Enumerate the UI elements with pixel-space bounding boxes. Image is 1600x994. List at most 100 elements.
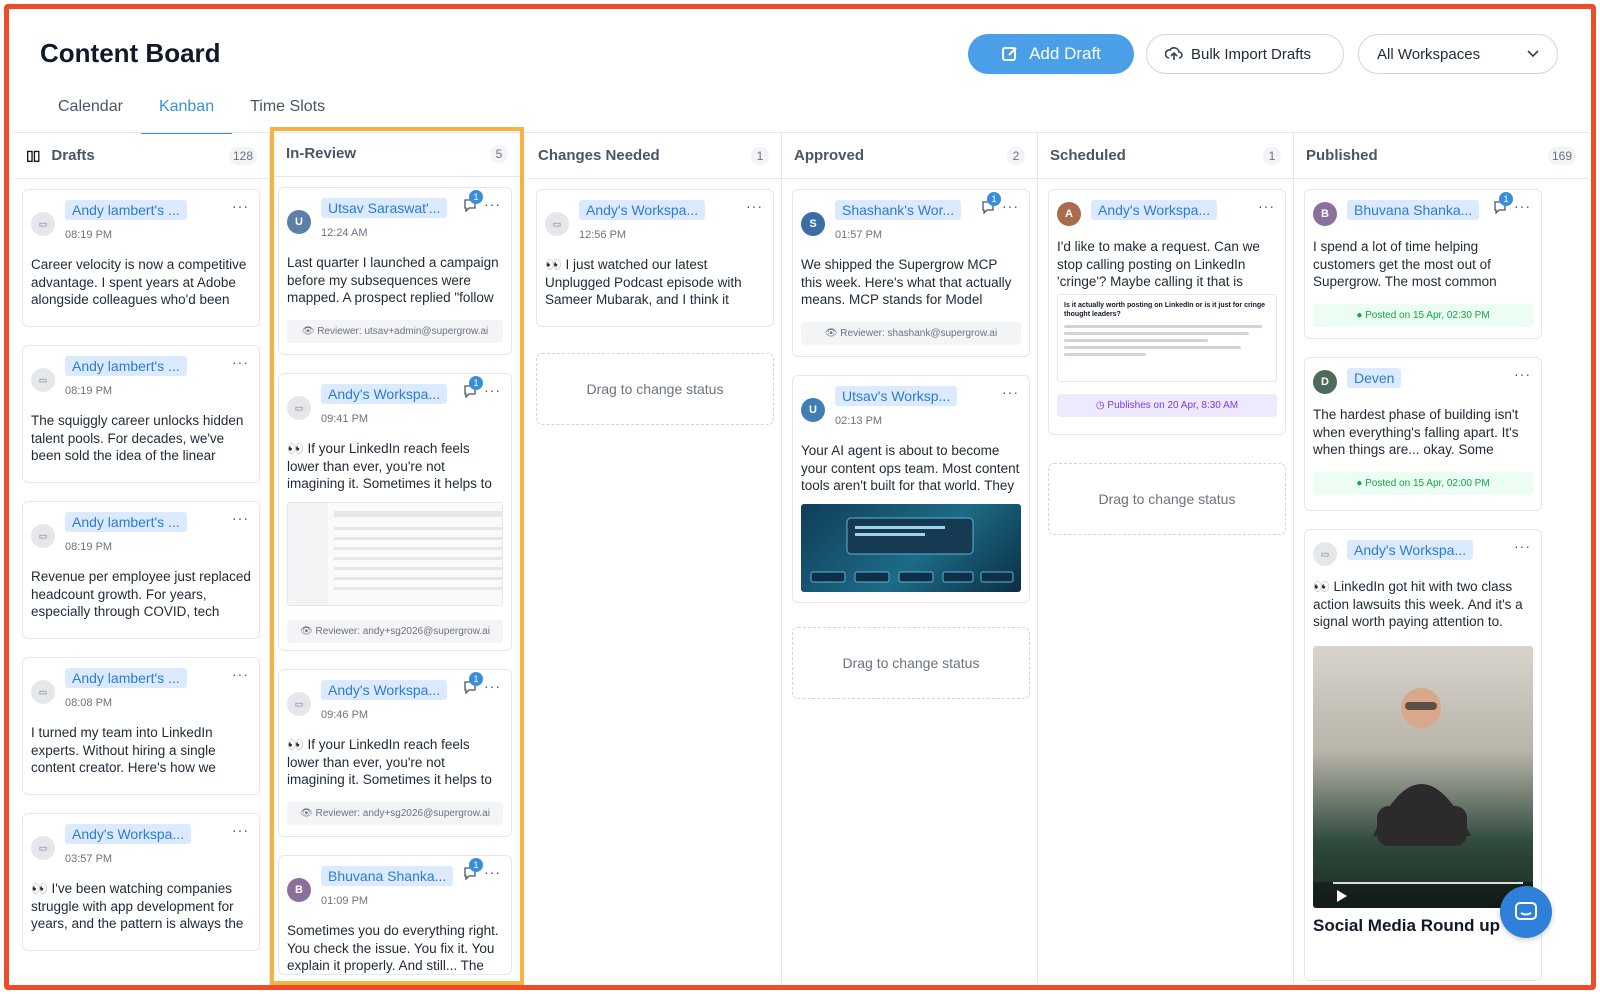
workspace-chip: Deven: [1347, 368, 1402, 388]
column-title: Scheduled: [1050, 147, 1126, 164]
column-count: 128: [228, 146, 257, 165]
column-in-review: In-Review 5 U Utsav Saraswat'... 12:24 AM 1…: [270, 127, 524, 985]
image-placeholder-icon: ▭: [545, 212, 569, 236]
more-options-icon[interactable]: ···: [232, 822, 249, 838]
column-changes-needed: Changes Needed 1 ▭ Andy's Workspa... 12:56…: [526, 133, 782, 985]
post-time: 12:56 PM: [579, 229, 627, 241]
comment-icon[interactable]: 1: [463, 672, 483, 696]
more-options-icon[interactable]: ···: [484, 196, 501, 212]
bulk-import-label: Bulk Import Drafts: [1191, 45, 1312, 63]
workspace-chip: Utsav's Worksp...: [835, 386, 958, 406]
post-card[interactable]: D Deven ··· The hardest phase of building …: [1304, 357, 1542, 511]
add-draft-button[interactable]: Add Draft: [968, 34, 1134, 74]
image-placeholder-icon: ▭: [31, 836, 55, 860]
image-placeholder-icon: ▭: [31, 212, 55, 236]
workspace-chip: Bhuvana Shanka...: [1347, 200, 1479, 220]
more-options-icon[interactable]: ···: [232, 354, 249, 370]
post-card[interactable]: ▭ Andy's Workspa... 12:56 PM ··· 👀 I just w…: [536, 189, 774, 327]
preview-post-title: Is it actually worth posting on LinkedIn…: [1064, 302, 1266, 318]
tab-kanban[interactable]: Kanban: [140, 94, 233, 134]
more-options-icon[interactable]: ···: [484, 678, 501, 694]
post-text: 👀 If your LinkedIn reach feels lower tha…: [287, 737, 492, 787]
drop-zone[interactable]: Drag to change status: [1048, 463, 1286, 535]
column-count: 2: [1007, 146, 1025, 165]
post-text: 👀 I've been watching companies struggle …: [31, 881, 244, 931]
column-count: 1: [751, 146, 769, 165]
kanban-board: ▯▯ Drafts 128 ▭ Andy lambert's ... 08:19 P…: [14, 127, 1588, 985]
post-text: 👀 I just watched our latest Unplugged Po…: [545, 257, 742, 307]
column-count: 5: [490, 144, 508, 163]
comment-icon[interactable]: 1: [463, 190, 483, 214]
post-text: 👀 LinkedIn got hit with two class action…: [1313, 579, 1523, 629]
column-count: 169: [1547, 146, 1576, 165]
post-card[interactable]: A Andy's Workspa... ··· I'd like to make a…: [1048, 189, 1286, 435]
check-circle-icon: ●: [1356, 478, 1366, 489]
more-options-icon[interactable]: ···: [232, 666, 249, 682]
more-options-icon[interactable]: ···: [1258, 198, 1275, 214]
post-time: 01:57 PM: [835, 229, 883, 241]
comment-count: 1: [469, 858, 483, 872]
avatar: B: [1313, 202, 1337, 226]
post-card[interactable]: ▭ Andy's Workspa... 09:41 PM 1 ··· 👀 If your…: [278, 373, 512, 651]
more-options-icon[interactable]: ···: [1514, 538, 1531, 554]
post-card[interactable]: ▭ Andy's Workspa... 03:57 PM ··· 👀 I've bee…: [22, 813, 260, 951]
columns-toggle-icon[interactable]: ▯▯: [26, 147, 40, 164]
more-options-icon[interactable]: ···: [484, 864, 501, 880]
comment-icon[interactable]: 1: [463, 858, 483, 882]
post-text: Revenue per employee just replaced headc…: [31, 569, 251, 619]
more-options-icon[interactable]: ···: [1514, 366, 1531, 382]
post-card[interactable]: S Shashank's Wor... 01:57 PM 1 ··· We shippe…: [792, 189, 1030, 357]
drop-zone[interactable]: Drag to change status: [536, 353, 774, 425]
post-card[interactable]: ▭ Andy lambert's ... 08:19 PM ··· Career ve…: [22, 189, 260, 327]
post-text: The squiggly career unlocks hidden talen…: [31, 413, 244, 463]
post-card[interactable]: B Bhuvana Shanka... 01:09 PM 1 ··· Sometimes…: [278, 855, 512, 975]
clock-icon: ◷: [1095, 400, 1108, 411]
post-card[interactable]: U Utsav's Worksp... 02:13 PM ··· Your AI ag…: [792, 375, 1030, 603]
post-card[interactable]: ▭ Andy lambert's ... 08:08 PM ··· I turned …: [22, 657, 260, 795]
bulk-import-button[interactable]: Bulk Import Drafts: [1146, 34, 1344, 74]
comment-count: 1: [469, 672, 483, 686]
linkedin-post-preview: Is it actually worth posting on LinkedIn…: [1057, 294, 1277, 382]
more-options-icon[interactable]: ···: [1514, 198, 1531, 214]
column-header: Changes Needed 1: [526, 133, 781, 179]
edit-icon: [1002, 47, 1017, 61]
post-card[interactable]: U Utsav Saraswat'... 12:24 AM 1 ··· Last qua…: [278, 187, 512, 355]
post-card[interactable]: ▭ Andy's Workspa... 09:46 PM 1 ··· 👀 If your…: [278, 669, 512, 837]
comment-icon[interactable]: 1: [981, 192, 1001, 216]
chat-support-button[interactable]: [1500, 886, 1552, 938]
column-title: Changes Needed: [538, 147, 660, 164]
post-time: 09:46 PM: [321, 709, 369, 721]
image-placeholder-icon: ▭: [31, 680, 55, 704]
post-card[interactable]: B Bhuvana Shanka... 1 ··· I spend a lot of …: [1304, 189, 1542, 339]
post-time: 09:41 PM: [321, 413, 369, 425]
check-circle-icon: ●: [1356, 310, 1366, 321]
post-text: The hardest phase of building isn't when…: [1313, 407, 1519, 457]
comment-icon[interactable]: 1: [463, 376, 483, 400]
chevron-down-icon: [1527, 50, 1539, 58]
column-header: In-Review 5: [274, 131, 520, 177]
tab-time-slots[interactable]: Time Slots: [232, 94, 343, 130]
workspace-select[interactable]: All Workspaces: [1358, 34, 1558, 74]
post-text: Sometimes you do everything right. You c…: [287, 923, 499, 973]
column-title: Published: [1306, 147, 1378, 164]
workspace-chip: Andy's Workspa...: [1347, 540, 1474, 560]
video-player[interactable]: [1313, 646, 1533, 908]
more-options-icon[interactable]: ···: [1002, 384, 1019, 400]
more-options-icon[interactable]: ···: [484, 382, 501, 398]
drop-zone[interactable]: Drag to change status: [792, 627, 1030, 699]
reviewer-badge: 👁 Reviewer: andy+sg2026@supergrow.ai: [287, 620, 503, 643]
more-options-icon[interactable]: ···: [1002, 198, 1019, 214]
tab-calendar[interactable]: Calendar: [40, 94, 141, 130]
more-options-icon[interactable]: ···: [232, 510, 249, 526]
more-options-icon[interactable]: ···: [746, 198, 763, 214]
reviewer-badge: 👁 Reviewer: shashank@supergrow.ai: [801, 322, 1021, 345]
post-card[interactable]: ▭ Andy lambert's ... 08:19 PM ··· The squig…: [22, 345, 260, 483]
avatar: U: [287, 210, 311, 234]
avatar: S: [801, 212, 825, 236]
cloud-upload-icon: [1165, 47, 1183, 60]
more-options-icon[interactable]: ···: [232, 198, 249, 214]
comment-icon[interactable]: 1: [1493, 192, 1513, 216]
workspace-chip: Andy's Workspa...: [65, 824, 192, 844]
post-time: 08:19 PM: [65, 229, 113, 241]
post-card[interactable]: ▭ Andy lambert's ... 08:19 PM ··· Revenue p…: [22, 501, 260, 639]
